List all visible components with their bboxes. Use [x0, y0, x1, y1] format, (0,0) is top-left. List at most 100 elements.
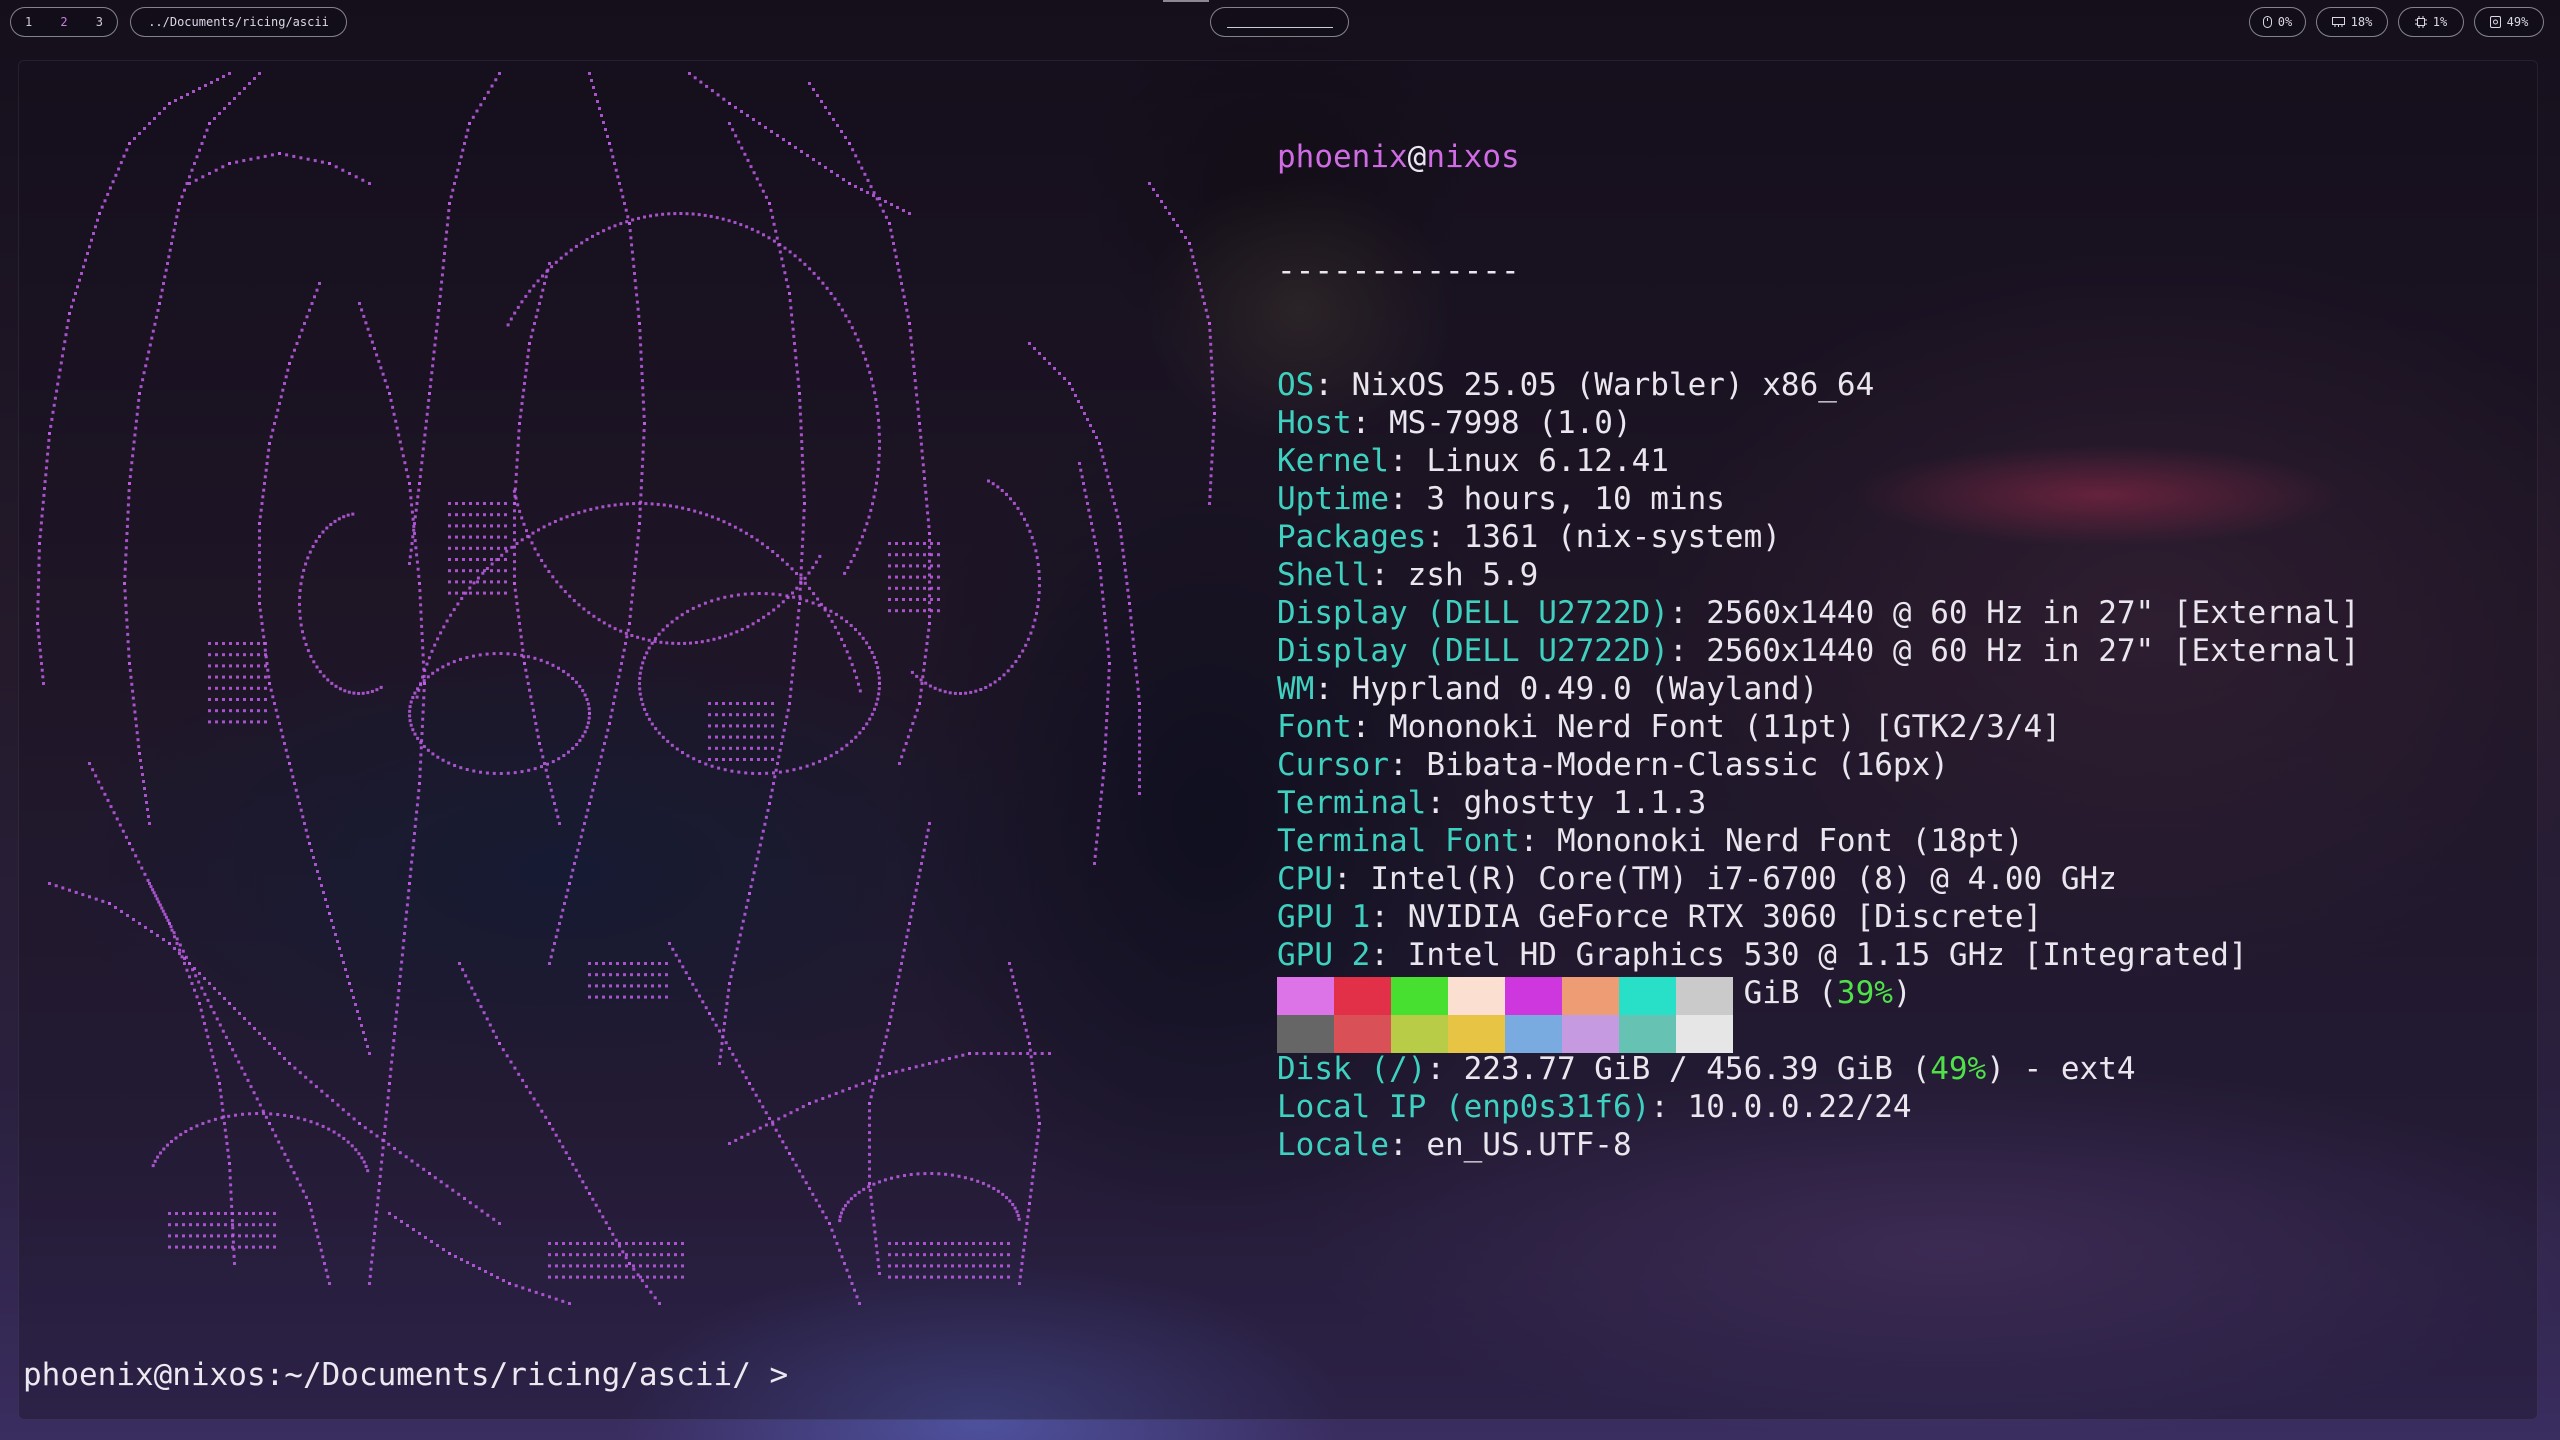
fetch-value: Hyprland 0.49.0 (Wayland) — [1351, 671, 1819, 707]
fetch-key: Local IP (enp0s31f6) — [1277, 1089, 1651, 1125]
fetch-key: Font — [1277, 709, 1352, 745]
fetch-value: NVIDIA GeForce RTX 3060 [Discrete] — [1407, 899, 2043, 935]
workspace-2[interactable]: 2 — [46, 15, 81, 29]
fetch-value: Mononoki Nerd Font (11pt) [GTK2/3/4] — [1388, 709, 2061, 745]
mouse-value: 0% — [2277, 15, 2293, 29]
cpu-icon — [2414, 16, 2427, 28]
fetch-row: Font: Mononoki Nerd Font (11pt) [GTK2/3/… — [1277, 708, 2360, 746]
ascii-art-logo — [36, 72, 1216, 1305]
fetch-value: 3 hours, 10 mins — [1426, 481, 1725, 517]
cpu-module[interactable]: 1% — [2398, 7, 2464, 37]
palette-swatch — [1676, 977, 1733, 1015]
fetch-key: GPU 1 — [1277, 899, 1371, 935]
fetch-colon: : — [1370, 899, 1408, 935]
cpu-value: 1% — [2432, 15, 2448, 29]
fetch-separator: ------------- — [1277, 253, 1520, 289]
fetch-row: CPU: Intel(R) Core(TM) i7-6700 (8) @ 4.0… — [1277, 860, 2360, 898]
disk-value: 49% — [2506, 15, 2529, 29]
palette-swatch — [1277, 1015, 1334, 1053]
fetch-row: Local IP (enp0s31f6): 10.0.0.22/24 — [1277, 1088, 2360, 1126]
fetch-row: OS: NixOS 25.05 (Warbler) x86_64 — [1277, 366, 2360, 404]
palette-swatch — [1391, 977, 1448, 1015]
fetch-colon: : — [1351, 709, 1389, 745]
fetch-key: Shell — [1277, 557, 1371, 593]
fetch-row: Host: MS-7998 (1.0) — [1277, 404, 2360, 442]
palette-swatch — [1448, 1015, 1505, 1053]
fetch-host: nixos — [1426, 139, 1520, 175]
fetch-colon: : — [1668, 595, 1707, 631]
fetch-at: @ — [1407, 139, 1427, 175]
fetch-key: Packages — [1277, 519, 1427, 555]
fetch-value: Linux 6.12.41 — [1426, 443, 1669, 479]
fetch-value: ghostty 1.1.3 — [1463, 785, 1707, 821]
palette-swatch — [1277, 977, 1334, 1015]
fetch-colon: : — [1388, 443, 1427, 479]
fetch-key: Display (DELL U2722D) — [1277, 595, 1669, 631]
mouse-module[interactable]: 0% — [2249, 7, 2306, 37]
fetch-value: 10.0.0.22/24 — [1687, 1089, 1912, 1125]
fetch-colon: : — [1519, 823, 1557, 859]
fetch-colon: : — [1314, 671, 1352, 707]
palette-swatch — [1505, 977, 1562, 1015]
fetch-colon: : — [1426, 519, 1464, 555]
fetch-key: Terminal — [1277, 785, 1427, 821]
fetch-value: Bibata-Modern-Classic (16px) — [1426, 747, 1949, 783]
fetch-row: Terminal: ghostty 1.1.3 — [1277, 784, 2360, 822]
fetch-colon: : — [1668, 633, 1707, 669]
fetch-row: Shell: zsh 5.9 — [1277, 556, 2360, 594]
fetch-colon: : — [1370, 557, 1408, 593]
fetch-key: CPU — [1277, 861, 1333, 897]
fetch-value: MS-7998 (1.0) — [1388, 405, 1632, 441]
fetch-value: en_US.UTF-8 — [1426, 1127, 1632, 1163]
fetch-key: Uptime — [1277, 481, 1389, 517]
status-bar: 1 2 3 ../Documents/ricing/ascii 0% 18% 1… — [0, 0, 2560, 46]
memory-module[interactable]: 18% — [2316, 7, 2388, 37]
fetch-colon: : — [1370, 937, 1408, 973]
fetch-key: OS — [1277, 367, 1315, 403]
workspace-1[interactable]: 1 — [11, 15, 46, 29]
fetch-row: WM: Hyprland 0.49.0 (Wayland) — [1277, 670, 2360, 708]
palette-swatch — [1334, 977, 1391, 1015]
shell-prompt[interactable]: phoenix@nixos:~/Documents/ricing/ascii/ … — [23, 1356, 788, 1394]
fetch-colon: : — [1314, 367, 1352, 403]
palette-swatch — [1619, 977, 1676, 1015]
fetch-value: Mononoki Nerd Font (18pt) — [1556, 823, 2024, 859]
fetch-colon: : — [1333, 861, 1371, 897]
fetch-value: 1361 (nix-system) — [1463, 519, 1781, 555]
fetch-value: Intel(R) Core(TM) i7-6700 (8) @ 4.00 GHz — [1370, 861, 2117, 897]
window-title[interactable] — [1210, 7, 1349, 37]
color-palette — [1277, 977, 1733, 1053]
fetch-row: Display (DELL U2722D): 2560x1440 @ 60 Hz… — [1277, 632, 2360, 670]
workspace-3[interactable]: 3 — [82, 15, 117, 29]
palette-swatch — [1505, 1015, 1562, 1053]
fetch-suffix: ) - ext4 — [1986, 1051, 2136, 1087]
disk-icon — [2489, 16, 2501, 28]
memory-value: 18% — [2350, 15, 2373, 29]
fetch-key: GPU 2 — [1277, 937, 1371, 973]
fetch-row: GPU 1: NVIDIA GeForce RTX 3060 [Discrete… — [1277, 898, 2360, 936]
current-path-text: ../Documents/ricing/ascii — [148, 15, 329, 29]
palette-swatch — [1619, 1015, 1676, 1053]
palette-swatch — [1562, 977, 1619, 1015]
fetch-row: Terminal Font: Mononoki Nerd Font (18pt) — [1277, 822, 2360, 860]
fetch-colon: : — [1351, 405, 1389, 441]
palette-swatch — [1562, 1015, 1619, 1053]
fetch-row: Packages: 1361 (nix-system) — [1277, 518, 2360, 556]
fetch-key: Terminal Font — [1277, 823, 1520, 859]
fetch-value: 2560x1440 @ 60 Hz in 27" [External] — [1706, 595, 2360, 631]
top-center-notch — [1163, 0, 1209, 2]
fetch-row: Uptime: 3 hours, 10 mins — [1277, 480, 2360, 518]
fetch-key: Disk (/) — [1277, 1051, 1427, 1087]
fetch-value: Intel HD Graphics 530 @ 1.15 GHz [Integr… — [1407, 937, 2248, 973]
window-title-text — [1226, 17, 1333, 28]
shell-prompt-text: phoenix@nixos:~/Documents/ricing/ascii/ … — [23, 1357, 789, 1393]
fetch-key: Display (DELL U2722D) — [1277, 633, 1669, 669]
fetch-colon: : — [1388, 1127, 1427, 1163]
palette-swatch — [1676, 1015, 1733, 1053]
fetch-key: Kernel — [1277, 443, 1389, 479]
fetch-value: 2560x1440 @ 60 Hz in 27" [External] — [1706, 633, 2360, 669]
disk-module[interactable]: 49% — [2474, 7, 2544, 37]
fetch-row: Display (DELL U2722D): 2560x1440 @ 60 Hz… — [1277, 594, 2360, 632]
mouse-icon — [2262, 16, 2272, 28]
fetch-row: GPU 2: Intel HD Graphics 530 @ 1.15 GHz … — [1277, 936, 2360, 974]
